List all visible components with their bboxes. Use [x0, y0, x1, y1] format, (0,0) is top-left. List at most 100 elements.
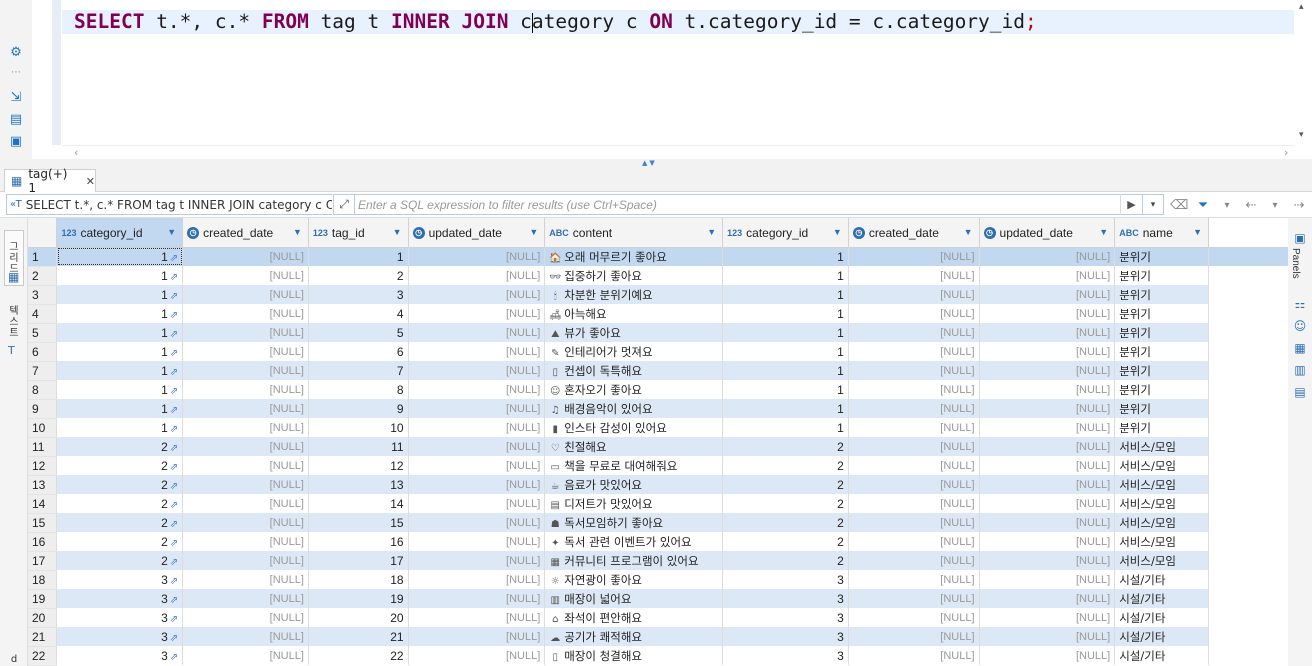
text-view-tab[interactable]: 텍스트 [6, 306, 22, 339]
cell-content[interactable]: ⌂ 좌석이 편안해요 [544, 608, 724, 627]
table-row[interactable]: 5 1 ⇗ [NULL] 5 [NULL] ⛰ 뷰가 좋아요 1 [NULL] [NULL] 분위기 [28, 323, 1288, 343]
editor-horizontal-scrollbar[interactable]: ‹ › [62, 145, 1294, 159]
table-row[interactable]: 2 1 ⇗ [NULL] 2 [NULL] 👓 집중하기 좋아요 1 [NULL] [NULL] 분위… [28, 266, 1288, 286]
cell-created-date[interactable]: [NULL] [182, 380, 309, 399]
close-icon[interactable]: ✕ [86, 175, 95, 188]
cell-category-id[interactable]: 2 [722, 551, 849, 570]
column-header-created-date[interactable]: ◷ created_date ▼ [182, 218, 309, 248]
cell-created-date[interactable]: [NULL] [848, 570, 980, 589]
cell-created-date[interactable]: [NULL] [182, 266, 309, 285]
table-row[interactable]: 12 2 ⇗ [NULL] 12 [NULL] ▭ 책을 무료로 대여해줘요 2 [NULL] [N… [28, 456, 1288, 476]
foreign-key-link-icon[interactable]: ⇗ [170, 481, 178, 492]
cell-updated-date[interactable]: [NULL] [979, 532, 1116, 551]
cell-tag-id[interactable]: 11 [308, 437, 409, 456]
cell-updated-date[interactable]: [NULL] [408, 266, 546, 285]
row-number[interactable]: 11 [28, 437, 58, 457]
row-number[interactable]: 19 [28, 589, 58, 609]
column-header-created-date[interactable]: ◷ created_date ▼ [848, 218, 980, 248]
cell-category-id[interactable]: 2 [722, 532, 849, 551]
chart-icon[interactable]: ▤ [1292, 384, 1308, 400]
cell-created-date[interactable]: [NULL] [182, 513, 309, 532]
cell-updated-date[interactable]: [NULL] [408, 475, 546, 494]
scroll-down-icon[interactable]: ▾ [1299, 130, 1304, 140]
cell-category-id[interactable]: 2 ⇗ [56, 437, 184, 456]
cell-content[interactable]: ☼ 자연광이 좋아요 [544, 570, 724, 589]
cell-category-id[interactable]: 1 ⇗ [56, 304, 184, 323]
cell-created-date[interactable]: [NULL] [182, 361, 309, 380]
column-header-content[interactable]: ABC content ▼ [544, 218, 724, 248]
cell-category-id[interactable]: 2 [722, 456, 849, 475]
sort-dropdown-icon[interactable]: ▼ [707, 227, 716, 237]
cell-updated-date[interactable]: [NULL] [979, 342, 1116, 361]
row-number[interactable]: 5 [28, 323, 58, 343]
scroll-left-icon[interactable]: ‹ [74, 146, 78, 159]
cell-name[interactable]: 분위기 [1114, 323, 1209, 342]
cell-created-date[interactable]: [NULL] [182, 532, 309, 551]
cell-created-date[interactable]: [NULL] [848, 266, 980, 285]
editor-results-splitter[interactable]: ▲▼ [0, 159, 1312, 167]
cell-content[interactable]: ☗ 독서모임하기 좋아요 [544, 513, 724, 532]
row-number[interactable]: 6 [28, 342, 58, 362]
row-number[interactable]: 1 [28, 247, 58, 267]
cell-category-id[interactable]: 1 [722, 266, 849, 285]
cell-tag-id[interactable]: 19 [308, 589, 409, 608]
cell-category-id[interactable]: 2 ⇗ [56, 532, 184, 551]
sort-dropdown-icon[interactable]: ▼ [393, 227, 402, 237]
cell-content[interactable]: ▯ 컨셉이 독특해요 [544, 361, 724, 380]
cell-category-id[interactable]: 1 ⇗ [56, 323, 184, 342]
foreign-key-link-icon[interactable]: ⇗ [170, 348, 178, 359]
cell-content[interactable]: 🕯 차분한 분위기예요 [544, 285, 724, 304]
row-number[interactable]: 17 [28, 551, 58, 571]
foreign-key-link-icon[interactable]: ⇗ [170, 462, 178, 473]
cell-tag-id[interactable]: 6 [308, 342, 409, 361]
sort-dropdown-icon[interactable]: ▼ [833, 227, 842, 237]
cell-category-id[interactable]: 3 ⇗ [56, 570, 184, 589]
column-header-name[interactable]: ABC name ▼ [1114, 218, 1209, 248]
cell-updated-date[interactable]: [NULL] [408, 380, 546, 399]
filter-history-dropdown[interactable]: ▾ [1142, 194, 1164, 215]
properties-icon[interactable]: ⚏ [1292, 296, 1308, 312]
foreign-key-link-icon[interactable]: ⇗ [170, 576, 178, 587]
cell-tag-id[interactable]: 16 [308, 532, 409, 551]
sql-editor[interactable]: ⚙ ⋯ ⇲ ▤ ▣ SELECT t.*, c.* FROM tag t INN… [0, 0, 1312, 160]
cell-created-date[interactable]: [NULL] [848, 475, 980, 494]
file-icon[interactable]: ▤ [8, 111, 24, 127]
cell-content[interactable]: ▯ 매장이 청결해요 [544, 646, 724, 665]
cell-category-id[interactable]: 2 [722, 475, 849, 494]
cell-category-id[interactable]: 2 [722, 437, 849, 456]
cell-category-id[interactable]: 1 [722, 304, 849, 323]
row-number[interactable]: 8 [28, 380, 58, 400]
cell-tag-id[interactable]: 13 [308, 475, 409, 494]
cell-updated-date[interactable]: [NULL] [979, 551, 1116, 570]
cell-created-date[interactable]: [NULL] [182, 494, 309, 513]
eraser-icon[interactable]: ⌫ [1170, 198, 1188, 213]
row-number[interactable]: 12 [28, 456, 58, 476]
cell-created-date[interactable]: [NULL] [182, 399, 309, 418]
back-dropdown-icon[interactable]: ▾ [1266, 200, 1284, 211]
cell-name[interactable]: 시설/기타 [1114, 589, 1209, 608]
cell-updated-date[interactable]: [NULL] [979, 456, 1116, 475]
cell-created-date[interactable]: [NULL] [848, 342, 980, 361]
foreign-key-link-icon[interactable]: ⇗ [170, 424, 178, 435]
cell-updated-date[interactable]: [NULL] [408, 532, 546, 551]
row-number[interactable]: 7 [28, 361, 58, 381]
cell-tag-id[interactable]: 20 [308, 608, 409, 627]
cell-created-date[interactable]: [NULL] [182, 456, 309, 475]
cell-created-date[interactable]: [NULL] [182, 285, 309, 304]
cell-updated-date[interactable]: [NULL] [408, 418, 546, 437]
cell-updated-date[interactable]: [NULL] [979, 646, 1116, 665]
cell-created-date[interactable]: [NULL] [848, 494, 980, 513]
cell-tag-id[interactable]: 4 [308, 304, 409, 323]
row-number[interactable]: 14 [28, 494, 58, 514]
cell-name[interactable]: 분위기 [1114, 247, 1209, 266]
cell-category-id[interactable]: 3 [722, 570, 849, 589]
sort-dropdown-icon[interactable]: ▼ [1193, 227, 1202, 237]
filter-input[interactable] [358, 197, 1144, 212]
cell-updated-date[interactable]: [NULL] [979, 266, 1116, 285]
cell-updated-date[interactable]: [NULL] [408, 589, 546, 608]
filter-icon[interactable]: ⏷ [1194, 198, 1212, 213]
cell-content[interactable]: ▦ 커뮤니티 프로그램이 있어요 [544, 551, 724, 570]
cell-tag-id[interactable]: 2 [308, 266, 409, 285]
cell-category-id[interactable]: 2 [722, 513, 849, 532]
cell-updated-date[interactable]: [NULL] [408, 361, 546, 380]
